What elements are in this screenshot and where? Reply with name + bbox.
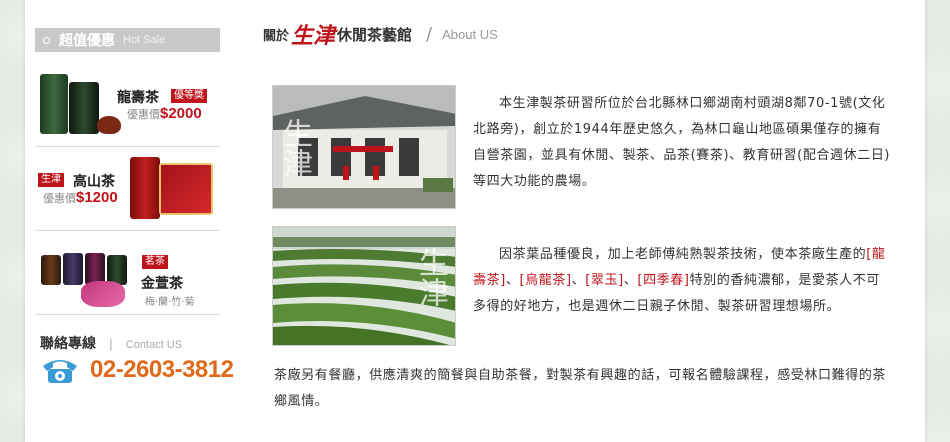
product-name: 高山茶 [73, 174, 115, 190]
tea-can-image [63, 253, 83, 285]
category-badge: 茗茶 [142, 255, 168, 269]
contact-title-en: Contact US [125, 339, 183, 351]
tea-link-sijichun[interactable]: [四季春] [637, 273, 689, 288]
intro-paragraph: 本生津製茶研習所位於台北縣林口鄉湖南村頭湖8鄰70-1號(文化北路旁)，創立於1… [473, 96, 891, 189]
para2-intro: 因茶葉品種優良，加上老師傅純熟製茶技術，使本茶廠生產的 [499, 247, 867, 262]
product-price: $1200 [76, 189, 118, 206]
price-label: 優惠價 [127, 108, 160, 121]
separator: 、 [571, 273, 586, 288]
title-prefix: 關於 [263, 28, 290, 44]
sidebar: 超值優惠 Hot Sale 龍壽茶 優等獎 優惠價$2000 生津 高山茶 優惠… [35, 0, 234, 442]
contact-header: 聯絡專線 | Contact US [40, 333, 225, 353]
brand-logo: 生津 [291, 23, 336, 49]
tea-can-image [40, 74, 68, 134]
product-card-jinxuan[interactable]: 茗茶 金萱茶 梅·蘭·竹·菊 [35, 231, 220, 315]
hot-sale-header: 超值優惠 Hot Sale [35, 28, 220, 52]
watermark-logo: 生津 [277, 118, 312, 178]
brand-badge: 生津 [38, 173, 64, 187]
gift-bag-image [81, 281, 125, 307]
product-price-row: 優惠價$1200 [43, 189, 118, 206]
watermark-logo: 生津 [413, 247, 448, 307]
tea-can-image [41, 255, 61, 285]
separator: 、 [623, 273, 638, 288]
tea-field-photo: 生津 [272, 226, 456, 346]
award-badge: 優等獎 [171, 89, 207, 103]
contact-separator: | [108, 337, 113, 351]
product-card-gaoshan[interactable]: 生津 高山茶 優惠價$1200 [35, 147, 220, 231]
title-en: About US [442, 26, 498, 42]
separator: 、 [505, 273, 520, 288]
teapot-image [97, 116, 121, 134]
title-separator: / [426, 23, 433, 45]
telephone-icon [43, 360, 77, 383]
gift-box-image [159, 163, 213, 215]
gift-box-image [130, 157, 160, 219]
product-card-longshou[interactable]: 龍壽茶 優等獎 優惠價$2000 [35, 64, 220, 147]
contact-title: 聯絡專線 [40, 336, 96, 352]
product-name: 金萱茶 [141, 276, 183, 292]
title-main: 休閒茶藝館 [337, 25, 413, 44]
product-price: $2000 [160, 105, 202, 122]
hot-sale-title: 超值優惠 [59, 33, 115, 49]
phone-row: 02-2603-3812 [40, 355, 234, 385]
phone-number[interactable]: 02-2603-3812 [90, 356, 234, 384]
price-label: 優惠價 [43, 192, 76, 205]
restaurant-paragraph: 茶廠另有餐廳，供應清爽的簡餐與自助茶餐，對製茶有興趣的話，可報名體驗課程，感受林… [274, 368, 887, 409]
teahouse-photo: 生津 [272, 85, 456, 209]
tea-can-image [69, 82, 99, 134]
page-title: 關於 生津 休閒茶藝館 / About US [263, 18, 498, 50]
tea-link-cuiyu[interactable]: [翠玉] [585, 273, 624, 288]
content-panel: 超值優惠 Hot Sale 龍壽茶 優等獎 優惠價$2000 生津 高山茶 優惠… [25, 0, 925, 442]
product-price-row: 優惠價$2000 [127, 105, 202, 122]
product-subtitle: 梅·蘭·竹·菊 [145, 297, 195, 308]
product-name: 龍壽茶 [117, 90, 159, 106]
contact-block: 聯絡專線 | Contact US 02-2603-3812 [40, 333, 234, 383]
hot-sale-title-en: Hot Sale [123, 34, 166, 46]
product-paragraph: 因茶葉品種優良，加上老師傅純熟製茶技術，使本茶廠生產的[龍壽茶]、[烏龍茶]、[… [473, 242, 891, 320]
circle-bullet-icon [43, 36, 50, 44]
tea-link-oolong[interactable]: [烏龍茶] [519, 273, 571, 288]
